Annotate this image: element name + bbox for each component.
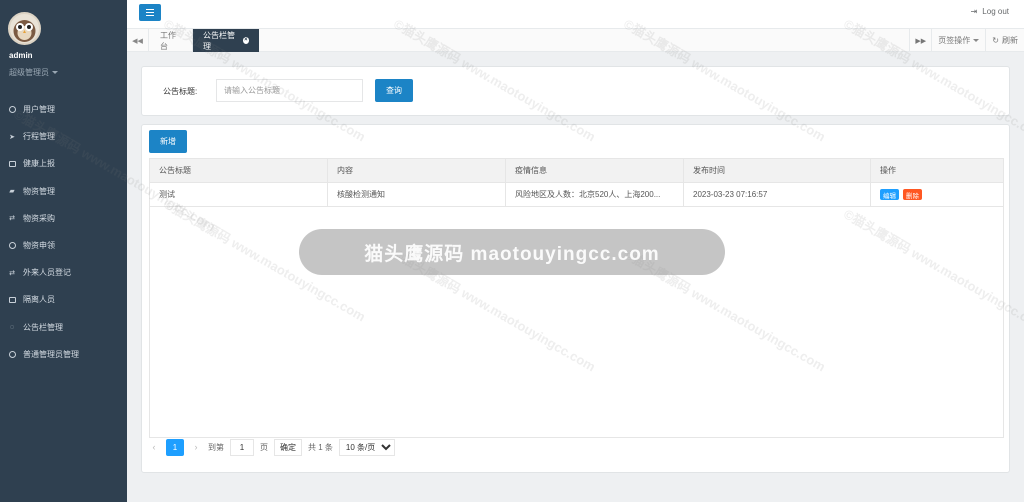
column-header[interactable]: 疫情信息	[506, 159, 684, 182]
bulletin-table: 公告标题 内容 疫情信息 发布时间 操作 测试 核酸检测通知 风险地区及人数：北…	[149, 158, 1004, 438]
edit-button[interactable]: 编辑	[880, 189, 899, 200]
delete-button[interactable]: 删除	[903, 189, 922, 200]
tab-scroll-right-button[interactable]: ▶▶	[909, 29, 931, 52]
title-search-input[interactable]	[216, 79, 363, 102]
random-icon: ⇄	[9, 215, 15, 223]
tab-dashboard[interactable]: 工作台	[150, 29, 193, 52]
sidebar-item-label: 普通管理员管理	[23, 349, 79, 359]
cell-actions: 编辑 删除	[871, 183, 1003, 206]
pagination: ‹ 1 › 到第 页 确定 共 1 条 10 条/页	[148, 438, 395, 456]
sidebar-item-label: 物资申领	[23, 241, 55, 251]
car-icon: ▰	[9, 188, 15, 196]
table-panel: 新增 公告标题 内容 疫情信息 发布时间 操作 测试 核酸检测通知 风险地区及人…	[141, 124, 1010, 473]
clock-icon	[8, 242, 16, 250]
sidebar-item-label: 物资采购	[23, 213, 55, 223]
goto-confirm-button[interactable]: 确定	[274, 438, 302, 456]
user-circle-icon	[8, 106, 16, 114]
caret-down-icon	[973, 39, 980, 42]
user-role-dropdown[interactable]: 超级管理员	[9, 67, 58, 78]
sidebar-item-label: 隔离人员	[23, 295, 55, 305]
top-navbar: ⇥ Log out	[127, 0, 1024, 29]
sidebar: admin 超级管理员 用户管理 ➤ 行程管理 健康上报 ▰ 物资管理 ⇄ 物资…	[0, 0, 127, 502]
page-size-select[interactable]: 10 条/页	[338, 438, 395, 456]
column-header: 操作	[880, 166, 896, 175]
refresh-button[interactable]: ↻ 刷新	[985, 29, 1024, 52]
cell-title: 测试	[150, 183, 328, 206]
sign-out-icon: ⇥	[970, 7, 978, 16]
sidebar-item-health-report[interactable]: 健康上报	[0, 150, 127, 177]
column-header[interactable]: 发布时间	[684, 159, 871, 182]
tab-operations-dropdown[interactable]: 页签操作	[931, 29, 985, 52]
sidebar-item-visitor-registration[interactable]: ⇄ 外来人员登记	[0, 259, 127, 286]
sidebar-item-label: 外来人员登记	[23, 268, 71, 278]
add-button[interactable]: 新增	[149, 130, 187, 153]
cell-content: 核酸检测通知	[328, 183, 506, 206]
tab-operations-label: 页签操作	[938, 36, 971, 45]
sidebar-item-label: 物资管理	[23, 186, 55, 196]
sidebar-item-label: 公告栏管理	[23, 322, 63, 332]
sidebar-item-supplies-request[interactable]: 物资申领	[0, 232, 127, 259]
sidebar-item-label: 健康上报	[23, 159, 55, 169]
sidebar-item-trip-management[interactable]: ➤ 行程管理	[0, 123, 127, 150]
comment-icon: ◌	[9, 323, 15, 331]
caret-down-icon	[52, 71, 58, 74]
tab-actions: ▶▶ 页签操作 ↻ 刷新	[909, 29, 1024, 52]
sidebar-item-admin-management[interactable]: 普通管理员管理	[0, 341, 127, 368]
search-label: 公告标题:	[163, 87, 198, 96]
sidebar-item-supplies-purchase[interactable]: ⇄ 物资采购	[0, 205, 127, 232]
user-circle-icon	[8, 350, 16, 358]
tab-bulletin-management[interactable]: 公告栏管理 ×	[193, 29, 259, 52]
goto-page-input[interactable]	[230, 438, 254, 456]
column-header[interactable]: 内容	[328, 159, 506, 182]
sidebar-item-label: 行程管理	[23, 132, 55, 142]
next-page-icon[interactable]: ›	[190, 442, 202, 452]
random-icon: ⇄	[9, 269, 15, 277]
sidebar-item-user-management[interactable]: 用户管理	[0, 96, 127, 123]
query-button[interactable]: 查询	[375, 79, 413, 102]
sidebar-item-bulletin-management[interactable]: ◌ 公告栏管理	[0, 314, 127, 341]
address-card-icon	[8, 296, 16, 304]
tab-label: 工作台	[160, 30, 176, 51]
watermark-banner: 猫头鹰源码 maotouyingcc.com	[299, 229, 725, 275]
user-role-label: 超级管理员	[9, 68, 49, 77]
sidebar-item-quarantine[interactable]: 隔离人员	[0, 286, 127, 313]
cell-publish-time: 2023-03-23 07:16:57	[684, 183, 871, 206]
forward-icon: ▶▶	[915, 37, 927, 45]
avatar[interactable]	[8, 12, 41, 45]
sidebar-item-supplies-management[interactable]: ▰ 物资管理	[0, 178, 127, 205]
sidebar-menu: 用户管理 ➤ 行程管理 健康上报 ▰ 物资管理 ⇄ 物资采购 物资申领 ⇄ 外来…	[0, 96, 127, 368]
cell-epidemic-info: 风险地区及人数：北京520人、上海200...	[506, 183, 684, 206]
prev-page-icon[interactable]: ‹	[148, 442, 160, 452]
calendar-icon	[8, 160, 16, 168]
column-header[interactable]: 公告标题	[150, 159, 328, 182]
table-row[interactable]: 测试 核酸检测通知 风险地区及人数：北京520人、上海200... 2023-0…	[150, 183, 1003, 207]
user-name: admin	[9, 51, 33, 60]
search-panel: 公告标题: 查询	[141, 66, 1010, 116]
logout-label: Log out	[982, 7, 1009, 16]
menu-bars-icon	[146, 8, 154, 11]
refresh-icon: ↻	[992, 36, 999, 45]
page-unit-label: 页	[260, 442, 268, 452]
current-page-button[interactable]: 1	[166, 438, 184, 456]
backward-icon: ◀◀	[132, 37, 143, 45]
table-header: 公告标题 内容 疫情信息 发布时间 操作	[150, 159, 1003, 183]
close-icon[interactable]: ×	[242, 37, 249, 44]
tab-bar: ◀◀ 工作台 公告栏管理 × ▶▶ 页签操作 ↻ 刷新	[127, 29, 1024, 52]
sidebar-toggle-button[interactable]	[139, 4, 161, 21]
sidebar-item-label: 用户管理	[23, 105, 55, 115]
tab-scroll-left-button[interactable]: ◀◀	[127, 29, 149, 52]
goto-label: 到第	[208, 442, 224, 452]
location-arrow-icon: ➤	[9, 133, 15, 141]
total-count: 共 1 条	[308, 442, 333, 452]
tab-label: 公告栏管理	[203, 30, 235, 51]
refresh-label: 刷新	[1002, 36, 1018, 45]
logout-button[interactable]: ⇥ Log out	[971, 7, 1009, 16]
